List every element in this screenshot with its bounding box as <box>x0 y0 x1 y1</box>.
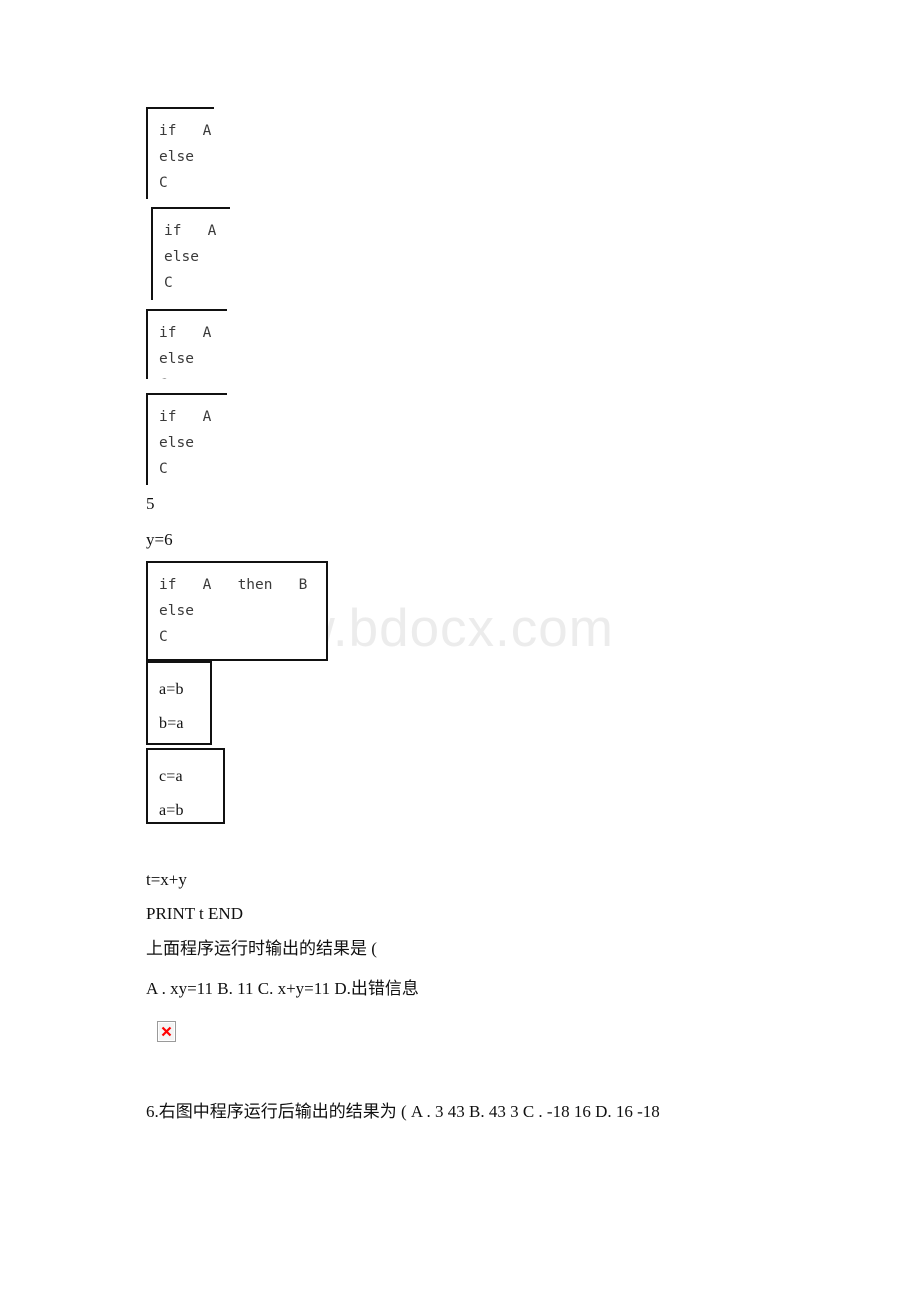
code-box-1-content: if A else C <box>148 109 211 196</box>
broken-image-icon <box>157 1021 176 1042</box>
code-line: if A <box>164 223 217 239</box>
answer-options-5: A . xy=11 B. 11 C. x+y=11 D.出错信息 <box>146 979 419 998</box>
code-box-7: c=a a=b b=c <box>146 748 225 824</box>
question-6: 6.右图中程序运行后输出的结果为 ( A . 3 43 B. 43 3 C . … <box>146 1102 660 1121</box>
code-box-1: if A else C <box>146 107 214 199</box>
code-box-5-content: if A then B else C <box>148 563 307 650</box>
code-line: c=a <box>159 768 183 785</box>
red-x-glyph <box>161 1026 172 1037</box>
code-line: else <box>159 351 194 367</box>
code-line: a=b <box>159 802 184 819</box>
code-line: C <box>164 275 173 291</box>
text-t-assignment: t=x+y <box>146 870 187 889</box>
text-five: 5 <box>146 494 155 513</box>
text-print-end: PRINT t END <box>146 904 243 923</box>
code-line: if A <box>159 325 212 341</box>
code-line: b=a <box>159 715 184 732</box>
code-box-6: a=b b=a <box>146 661 212 745</box>
code-box-2: if A else C <box>151 207 230 300</box>
text-y-assignment: y=6 <box>146 530 173 549</box>
code-line: else <box>159 603 194 619</box>
code-line: if A <box>159 123 212 139</box>
code-box-3: if A else C <box>146 309 227 379</box>
question-prompt: 上面程序运行时输出的结果是 ( <box>146 939 377 958</box>
code-line: else <box>159 149 194 165</box>
code-line: a=b <box>159 681 184 698</box>
code-box-4-content: if A else C <box>148 395 211 482</box>
code-box-2-content: if A else C <box>153 209 216 296</box>
code-box-3-content: if A else C <box>148 311 211 379</box>
code-box-6-content: a=b b=a <box>148 663 184 741</box>
code-line: C <box>159 372 211 379</box>
code-box-7-content: c=a a=b b=c <box>148 750 184 822</box>
code-line: C <box>159 629 168 645</box>
code-line: else <box>164 249 199 265</box>
code-line: C <box>159 175 168 191</box>
code-line: if A <box>159 409 212 425</box>
code-line: else <box>159 435 194 451</box>
code-line: if A then B <box>159 577 308 593</box>
code-box-4: if A else C <box>146 393 227 485</box>
code-line: C <box>159 461 168 477</box>
code-box-5: if A then B else C <box>146 561 328 661</box>
